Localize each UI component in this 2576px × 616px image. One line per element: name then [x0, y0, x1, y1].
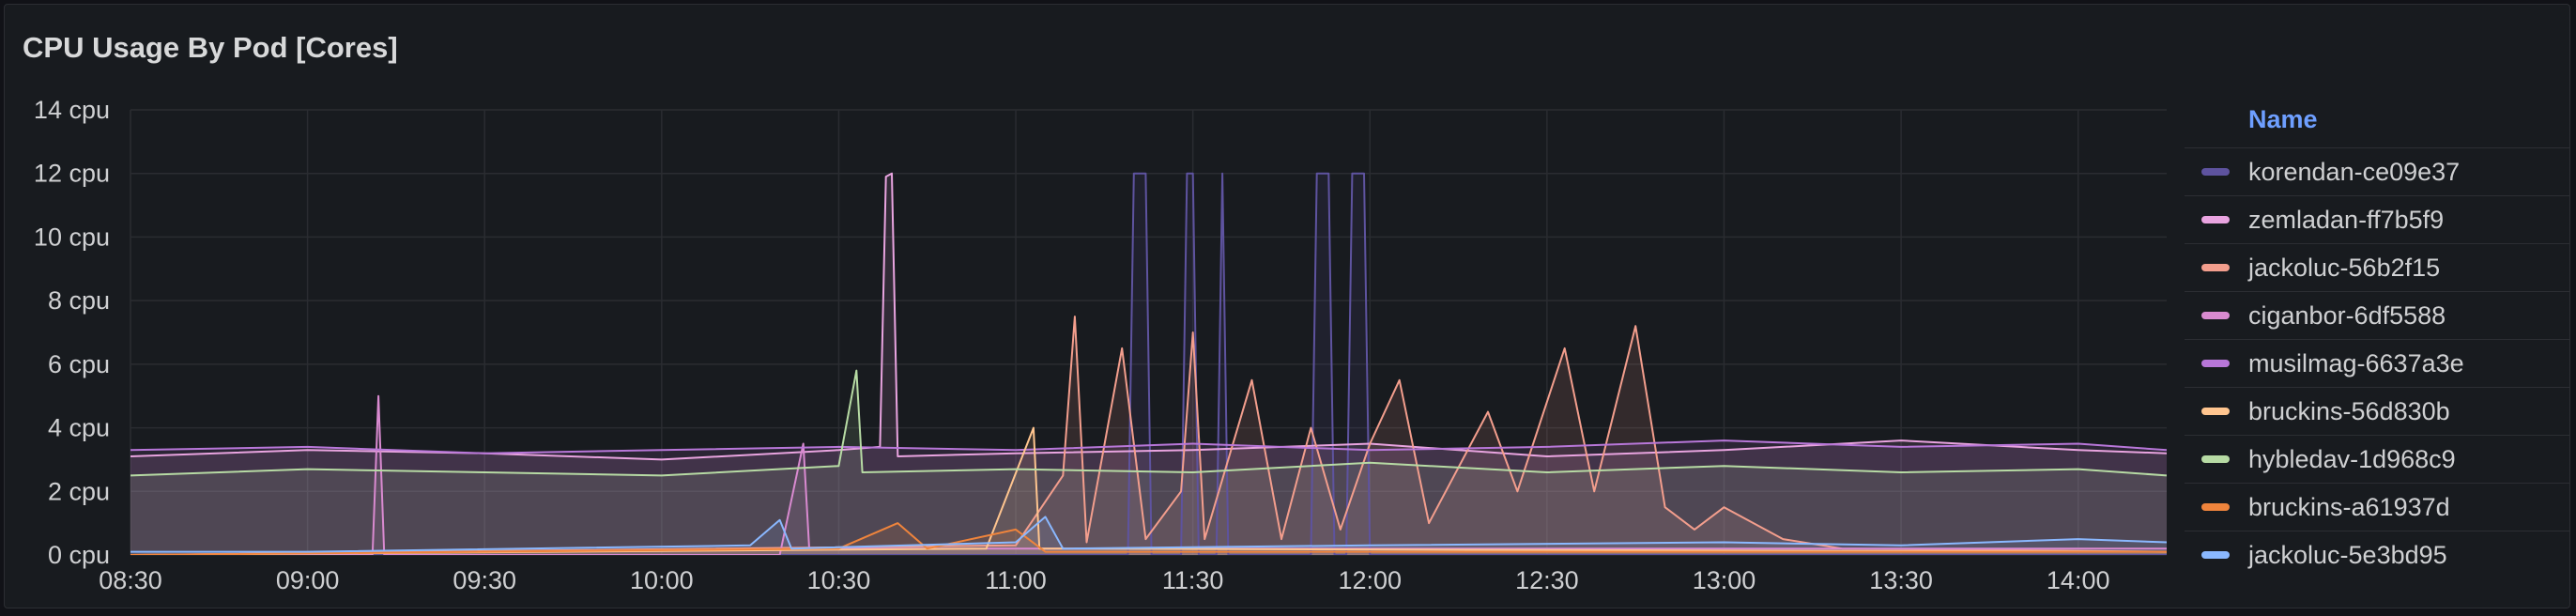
legend-swatch — [2201, 360, 2230, 367]
legend-label: ciganbor-6df5588 — [2248, 300, 2446, 330]
x-axis: 08:30 09:00 09:30 10:00 10:30 11:00 11:30 12:00… — [99, 566, 2109, 594]
legend-item[interactable]: jackoluc-5e3bd95 — [2185, 531, 2569, 578]
legend-item[interactable]: korendan-ce09e37 — [2185, 147, 2569, 195]
x-tick-label: 09:30 — [452, 566, 516, 594]
legend-item[interactable]: ciganbor-6df5588 — [2185, 291, 2569, 339]
x-tick-label: 11:30 — [1162, 566, 1224, 594]
y-tick-label: 8 cpu — [48, 286, 110, 315]
x-tick-label: 13:00 — [1693, 566, 1756, 594]
y-tick-label: 4 cpu — [48, 414, 110, 442]
y-tick-label: 0 cpu — [48, 541, 110, 569]
x-tick-label: 11:00 — [985, 566, 1047, 594]
legend-swatch — [2201, 408, 2230, 415]
x-tick-label: 13:30 — [1869, 566, 1933, 594]
legend-label: hybledav-1d968c9 — [2248, 444, 2456, 473]
legend-label: korendan-ce09e37 — [2248, 157, 2461, 186]
legend-header[interactable]: Name — [2185, 91, 2569, 147]
legend-item[interactable]: musilmag-6637a3e — [2185, 339, 2569, 387]
y-tick-label: 6 cpu — [48, 350, 110, 378]
x-tick-label: 14:00 — [2047, 566, 2110, 594]
legend-label: jackoluc-56b2f15 — [2248, 253, 2441, 282]
legend-item[interactable]: bruckins-a61937d — [2185, 483, 2569, 531]
legend-item[interactable]: zemladan-ff7b5f9 — [2185, 195, 2569, 243]
legend-label: bruckins-a61937d — [2248, 492, 2450, 521]
y-tick-label: 10 cpu — [34, 223, 110, 251]
cpu-usage-panel: CPU Usage By Pod [Cores] 0 cpu 2 cpu 4 cpu… — [4, 4, 2570, 608]
x-tick-label: 12:00 — [1338, 566, 1402, 594]
legend-label: jackoluc-5e3bd95 — [2248, 540, 2447, 569]
legend-item[interactable]: bruckins-56d830b — [2185, 387, 2569, 435]
legend-table: Name korendan-ce09e37 zemladan-ff7b5f9 jac… — [2185, 91, 2569, 579]
x-tick-label: 10:30 — [807, 566, 871, 594]
x-tick-label: 08:30 — [99, 566, 162, 594]
time-series-chart[interactable]: 0 cpu 2 cpu 4 cpu 6 cpu 8 cpu 10 cpu 12 cpu 14 … — [5, 5, 2185, 608]
legend-label: bruckins-56d830b — [2248, 396, 2450, 425]
legend-swatch — [2201, 551, 2230, 559]
x-tick-label: 10:00 — [630, 566, 694, 594]
legend-swatch — [2201, 455, 2230, 463]
x-tick-label: 12:30 — [1515, 566, 1579, 594]
y-axis: 0 cpu 2 cpu 4 cpu 6 cpu 8 cpu 10 cpu 12 cpu 14 … — [34, 96, 110, 569]
x-tick-label: 09:00 — [276, 566, 340, 594]
y-tick-label: 12 cpu — [34, 160, 110, 188]
legend-item[interactable]: hybledav-1d968c9 — [2185, 435, 2569, 483]
legend-swatch — [2201, 312, 2230, 319]
legend-item[interactable]: jackoluc-56b2f15 — [2185, 243, 2569, 291]
legend-label: zemladan-ff7b5f9 — [2248, 205, 2445, 234]
y-tick-label: 14 cpu — [34, 96, 110, 124]
legend-swatch — [2201, 264, 2230, 271]
y-tick-label: 2 cpu — [48, 477, 110, 505]
legend-swatch — [2201, 168, 2230, 176]
legend-swatch — [2201, 216, 2230, 223]
legend-swatch — [2201, 503, 2230, 511]
legend-label: musilmag-6637a3e — [2248, 348, 2464, 377]
